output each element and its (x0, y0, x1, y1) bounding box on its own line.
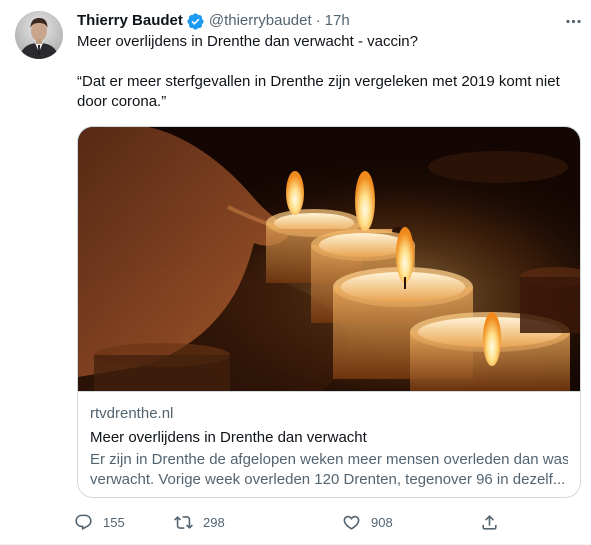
card-title: Meer overlijdens in Drenthe dan verwacht (90, 429, 367, 446)
tweet-actions: 155 298 908 (70, 507, 510, 537)
tweet-text: Meer overlijdens in Drenthe dan verwacht… (77, 32, 577, 112)
reply-icon (74, 513, 93, 532)
card-body: rtvdrenthe.nl Meer overlijdens in Drenth… (78, 391, 580, 497)
share-icon (480, 513, 499, 532)
avatar-image (15, 11, 63, 59)
retweet-icon (174, 513, 193, 532)
retweet-count: 298 (203, 514, 225, 530)
author-handle[interactable]: @thierrybaudet (209, 11, 312, 31)
reply-count: 155 (103, 514, 125, 530)
card-description: Er zijn in Drenthe de afgelopen weken me… (90, 450, 568, 490)
card-domain: rtvdrenthe.nl (90, 405, 174, 422)
tweet-text-line: Meer overlijdens in Drenthe dan verwacht… (77, 33, 418, 50)
avatar[interactable] (15, 11, 63, 59)
heart-icon (342, 513, 361, 532)
tweet-timestamp[interactable]: 17h (325, 11, 350, 31)
card-description-line: verwacht. Vorige week overleden 120 Dren… (90, 471, 566, 488)
link-preview-card[interactable]: rtvdrenthe.nl Meer overlijdens in Drenth… (77, 126, 581, 498)
verified-badge-icon (186, 12, 205, 31)
more-options-icon[interactable] (558, 10, 588, 32)
reply-button[interactable]: 155 (74, 507, 125, 537)
tweet-text-line: “Dat er meer sterfgevallen in Drenthe zi… (77, 73, 560, 90)
like-button[interactable]: 908 (342, 507, 393, 537)
card-description-line: Er zijn in Drenthe de afgelopen weken me… (90, 451, 568, 468)
tweet-text-line: door corona.” (77, 93, 167, 110)
retweet-button[interactable]: 298 (174, 507, 225, 537)
card-image-candles (78, 127, 580, 391)
author-name[interactable]: Thierry Baudet (77, 11, 183, 31)
tweet-header: Thierry Baudet @thierrybaudet · 17h (77, 11, 350, 31)
share-button[interactable] (480, 507, 499, 537)
separator-dot: · (315, 12, 321, 29)
tweet[interactable]: Thierry Baudet @thierrybaudet · 17h Meer… (0, 0, 591, 545)
like-count: 908 (371, 514, 393, 530)
